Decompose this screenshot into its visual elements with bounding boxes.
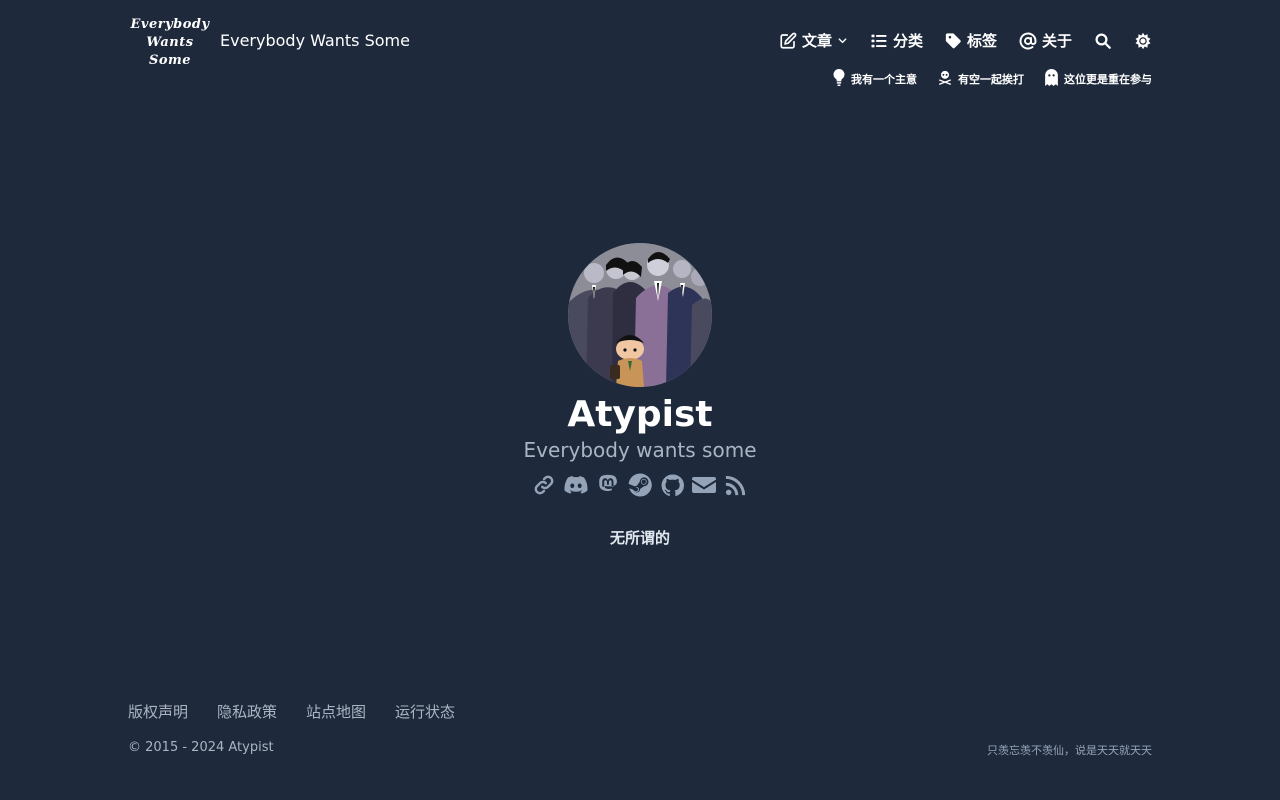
- steam-icon[interactable]: [628, 473, 652, 497]
- logo-line-3: Some: [148, 53, 192, 68]
- nav-item-tags[interactable]: 标签: [945, 30, 997, 51]
- logo-line-2: Wants: [146, 35, 194, 50]
- nav-label-categories: 分类: [892, 32, 923, 50]
- list-icon: [870, 32, 888, 50]
- link-icon[interactable]: [532, 473, 556, 497]
- sub-nav-idea[interactable]: 我有一个主意: [832, 68, 917, 89]
- site-logo[interactable]: Everybody Wants Some: [130, 16, 210, 70]
- footer-link-copyright[interactable]: 版权声明: [128, 701, 188, 722]
- profile-subtitle: Everybody wants some: [523, 438, 757, 462]
- lightbulb-icon: [832, 68, 846, 89]
- sub-nav-participate[interactable]: 这位更是重在参与: [1044, 69, 1152, 89]
- footer-link-status[interactable]: 运行状态: [395, 701, 455, 722]
- footer-links: 版权声明 隐私政策 站点地图 运行状态: [128, 701, 455, 722]
- logo-line-1: Everybody: [130, 17, 210, 32]
- github-icon[interactable]: [660, 473, 684, 497]
- sub-nav-label-idea: 我有一个主意: [851, 73, 917, 86]
- discord-icon[interactable]: [564, 473, 588, 497]
- nav-item-about[interactable]: 关于: [1019, 30, 1072, 51]
- secondary-nav: 我有一个主意 有空一起挨打 这位更是重在参与: [832, 68, 1152, 89]
- at-icon: [1019, 32, 1037, 50]
- site-title[interactable]: Everybody Wants Some: [220, 31, 410, 50]
- copyright-text: © 2015 - 2024 Atypist: [128, 740, 274, 755]
- sub-nav-fight[interactable]: 有空一起挨打: [937, 69, 1024, 89]
- nav-label-tags: 标签: [966, 32, 997, 50]
- sun-icon: [1134, 32, 1152, 50]
- search-button[interactable]: [1094, 32, 1112, 50]
- nav-label-articles: 文章: [801, 32, 832, 50]
- footer-note: 只羡忘羡不羡仙，说是天天就天天: [987, 744, 1152, 757]
- sub-nav-label-fight: 有空一起挨打: [958, 73, 1024, 86]
- footer-link-privacy[interactable]: 隐私政策: [217, 701, 277, 722]
- social-links: [532, 473, 748, 497]
- profile-motto: 无所谓的: [609, 529, 670, 547]
- site-header: Everybody Wants Some Everybody Wants Som…: [128, 14, 1152, 86]
- main-nav: 文章 分类 标签 关于: [779, 30, 1152, 51]
- profile-name: Atypist: [567, 394, 713, 435]
- nav-item-articles[interactable]: 文章: [779, 30, 848, 51]
- chevron-down-icon: [837, 35, 848, 46]
- footer-link-sitemap[interactable]: 站点地图: [306, 701, 366, 722]
- rss-icon[interactable]: [724, 473, 748, 497]
- tag-icon: [945, 32, 962, 49]
- edit-icon: [779, 32, 797, 50]
- email-icon[interactable]: [692, 473, 716, 497]
- avatar: [568, 243, 712, 387]
- skull-crossbones-icon: [937, 69, 953, 89]
- nav-label-about: 关于: [1041, 32, 1072, 50]
- nav-item-categories[interactable]: 分类: [870, 30, 923, 51]
- search-icon: [1094, 32, 1112, 50]
- profile-section: Atypist Everybody wants some 无所谓的: [0, 243, 1280, 548]
- ghost-icon: [1044, 69, 1059, 89]
- theme-toggle-button[interactable]: [1134, 32, 1152, 50]
- sub-nav-label-participate: 这位更是重在参与: [1064, 73, 1152, 86]
- page: Everybody Wants Some Everybody Wants Som…: [0, 0, 1280, 800]
- mastodon-icon[interactable]: [596, 473, 620, 497]
